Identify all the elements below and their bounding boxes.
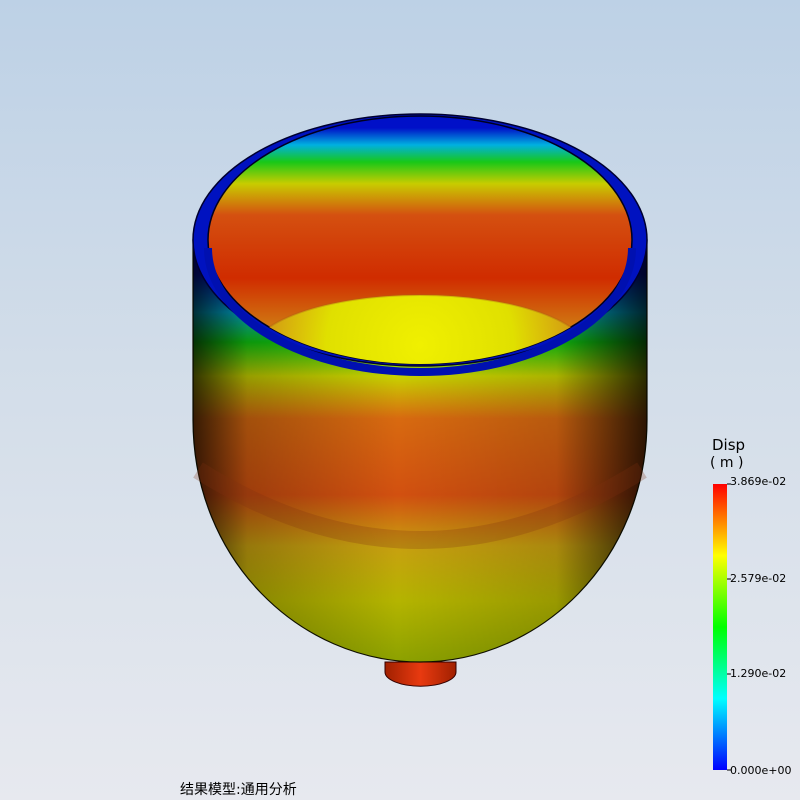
result-model-label: 结果模型:通用分析 — [180, 782, 297, 798]
legend-tick-mid-low: 1.290e-02 — [730, 667, 787, 680]
legend-unit: ( m ) — [710, 455, 744, 471]
legend-tick-min: 0.000e+00 — [730, 764, 792, 777]
model-viewport[interactable] — [0, 0, 800, 800]
legend-title: Disp — [712, 436, 746, 454]
legend-tick-max: 3.869e-02 — [730, 475, 787, 488]
bottom-nozzle — [384, 661, 457, 687]
legend-tick-mid-high: 2.579e-02 — [730, 572, 787, 585]
colorbar — [713, 483, 731, 771]
